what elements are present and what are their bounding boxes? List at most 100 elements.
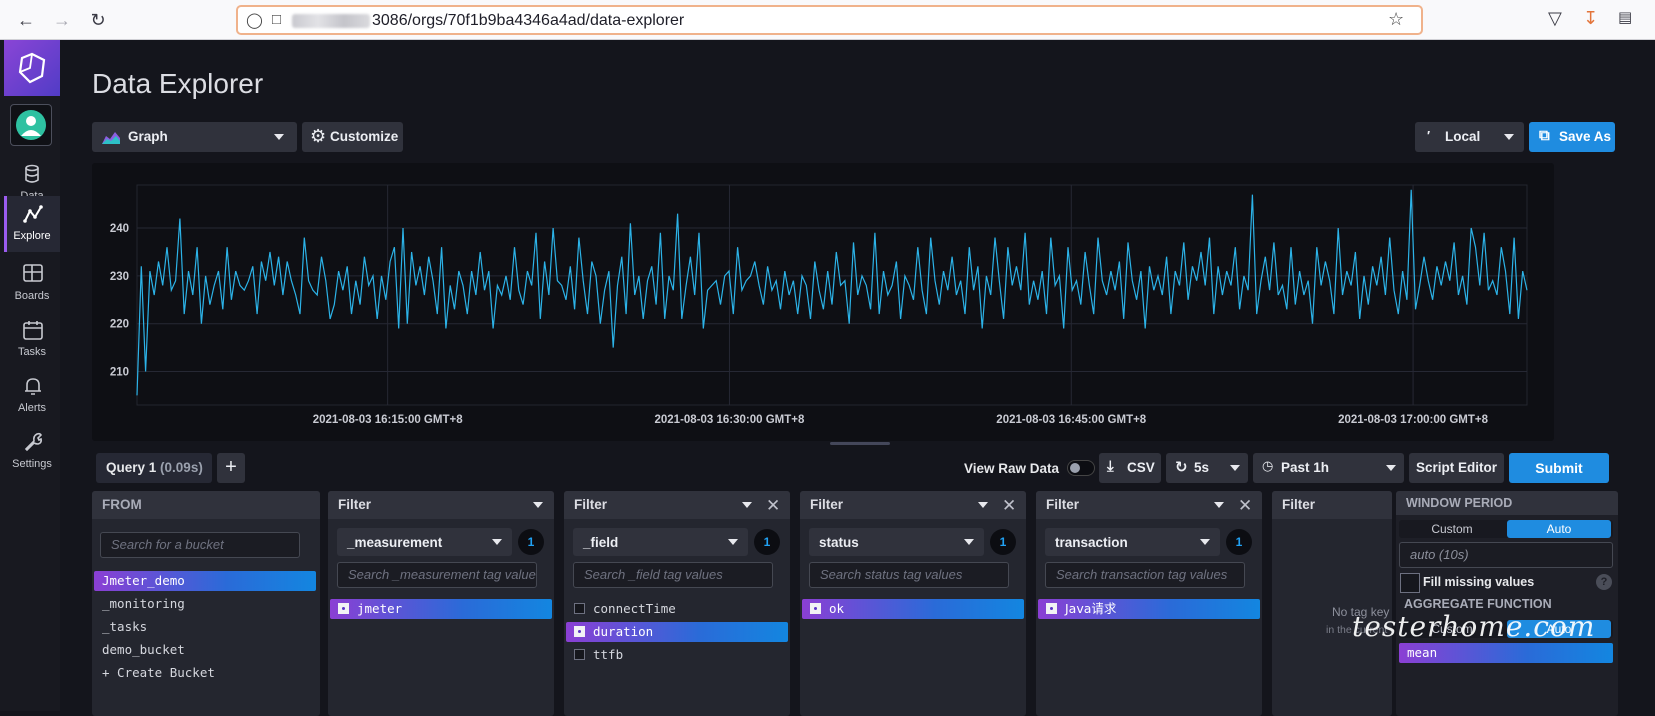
tag-key-label: transaction [1055, 535, 1128, 550]
checkbox-checked-icon [338, 603, 349, 614]
bucket-item-jmeter-demo[interactable]: Jmeter_demo [94, 571, 316, 591]
forward-icon[interactable]: → [50, 8, 74, 32]
refresh-icon: ↻ [1175, 459, 1188, 476]
chevron-down-icon [742, 502, 752, 508]
sidebar-item-explore[interactable]: Explore [4, 196, 60, 252]
create-bucket-link[interactable]: + Create Bucket [94, 663, 316, 683]
tag-value-item[interactable]: connectTime [566, 599, 788, 619]
time-range-label: Past 1h [1281, 460, 1330, 475]
submit-button[interactable]: Submit [1509, 453, 1609, 483]
close-icon[interactable]: ✕ [766, 496, 780, 516]
tag-value-item[interactable]: ok [802, 599, 1024, 619]
tag-values-search-input[interactable]: Search transaction tag values [1045, 562, 1245, 588]
window-auto-option[interactable]: Auto [1507, 520, 1611, 538]
filter-panel-field: Filter ✕ _field 1 Search _field tag valu… [564, 491, 790, 716]
gear-icon: ⚙ [310, 126, 327, 146]
tag-values-search-input[interactable]: Search _measurement tag values [337, 562, 537, 588]
url-text[interactable]: 3086/orgs/70f1b9ba4346a4ad/data-explorer [292, 12, 684, 30]
sidebar-item-settings[interactable]: Settings [4, 424, 60, 480]
fill-missing-checkbox[interactable] [1400, 573, 1420, 593]
csv-button[interactable]: ⤓ CSV [1099, 453, 1161, 483]
url-redacted [292, 13, 370, 28]
checkbox-checked-icon [574, 626, 585, 637]
bookmark-star-icon[interactable]: ☆ [1388, 9, 1404, 30]
tag-value-label: duration [593, 624, 654, 639]
wrench-icon [24, 432, 42, 452]
window-custom-option[interactable]: Custom [1399, 520, 1505, 538]
resize-handle[interactable] [830, 442, 890, 445]
refresh-dropdown[interactable]: ↻ 5s [1166, 453, 1248, 483]
close-icon[interactable]: ✕ [1002, 496, 1016, 516]
back-icon[interactable]: ← [14, 8, 38, 32]
bell-icon [25, 378, 41, 395]
chevron-down-icon [1386, 465, 1396, 471]
address-bar[interactable]: ◯ □ 3086/orgs/70f1b9ba4346a4ad/data-expl… [236, 5, 1423, 35]
sidebar-item-label: Settings [12, 458, 52, 470]
tag-value-item[interactable]: duration [566, 622, 788, 642]
sidebar-item-alerts[interactable]: Alerts [4, 368, 60, 424]
timezone-label: Local [1445, 129, 1481, 144]
window-period-toggle[interactable]: Custom Auto [1399, 520, 1613, 538]
customize-button[interactable]: ⚙ Customize [302, 122, 403, 152]
url-path: 3086/orgs/70f1b9ba4346a4ad/data-explorer [372, 12, 685, 29]
sidebar-item-boards[interactable]: Boards [4, 256, 60, 312]
download-icon[interactable]: ↧ [1583, 8, 1598, 29]
tag-values-search-input[interactable]: Search _field tag values [573, 562, 773, 588]
tag-key-dropdown[interactable]: status [809, 528, 984, 556]
bucket-item[interactable]: demo_bucket [94, 640, 316, 660]
bucket-search-input[interactable]: Search for a bucket [100, 532, 300, 558]
shield-icon[interactable]: ◯ [246, 11, 263, 29]
script-editor-label: Script Editor [1415, 460, 1497, 475]
timezone-dropdown[interactable]: ′ Local [1415, 122, 1524, 152]
selected-count-badge: 1 [754, 529, 780, 555]
tag-value-item[interactable]: Java请求 [1038, 599, 1260, 619]
pocket-icon[interactable]: ▽ [1548, 8, 1562, 29]
tag-value-item[interactable]: jmeter [330, 599, 552, 619]
filter-title[interactable]: Filter [1272, 491, 1392, 519]
tag-values-search-input[interactable]: Search status tag values [809, 562, 1009, 588]
time-range-dropdown[interactable]: ◷ Past 1h [1253, 453, 1404, 483]
close-icon[interactable]: ✕ [1238, 496, 1252, 516]
graph-panel[interactable]: 210 220 230 240 2021-08-03 16:15:00 GMT+8 20… [92, 163, 1554, 441]
chevron-down-icon [1230, 465, 1240, 471]
filter-title: Filter [574, 497, 608, 512]
browser-toolbar: ← → ↻ ◯ □ 3086/orgs/70f1b9ba4346a4ad/dat… [0, 0, 1655, 40]
influxdb-logo[interactable] [4, 40, 60, 96]
sidebar-item-tasks[interactable]: Tasks [4, 312, 60, 368]
tag-key-dropdown[interactable]: _field [573, 528, 748, 556]
line-chart[interactable]: 210 220 230 240 2021-08-03 16:15:00 GMT+8 20… [92, 163, 1554, 441]
refresh-label: 5s [1194, 460, 1210, 475]
reload-icon[interactable]: ↻ [86, 8, 110, 32]
from-panel: FROM Search for a bucket Jmeter_demo _mo… [92, 491, 320, 716]
aggregate-function-item[interactable]: mean [1399, 643, 1613, 663]
bucket-item[interactable]: _tasks [94, 617, 316, 637]
graph-type-icon [102, 132, 120, 144]
graph-type-dropdown[interactable]: Graph [92, 122, 297, 152]
calendar-icon [23, 321, 43, 340]
bucket-item[interactable]: _monitoring [94, 594, 316, 614]
window-period-title: WINDOW PERIOD [1396, 491, 1618, 515]
filter-header[interactable]: Filter [1036, 491, 1262, 519]
save-as-button[interactable]: ⧉ Save As [1529, 122, 1615, 152]
filter-header[interactable]: Filter [564, 491, 790, 519]
filter-header[interactable]: Filter [800, 491, 1026, 519]
tag-key-dropdown[interactable]: _measurement [337, 528, 512, 556]
location-pin-icon: ′ [1427, 128, 1431, 143]
help-icon[interactable]: ? [1596, 574, 1612, 590]
chevron-down-icon [533, 502, 543, 508]
page-title: Data Explorer [92, 68, 264, 99]
clock-icon: ◷ [1262, 458, 1274, 473]
add-query-button[interactable]: + [217, 453, 245, 483]
user-avatar-button[interactable] [10, 104, 52, 146]
submit-label: Submit [1535, 460, 1583, 476]
tag-key-dropdown[interactable]: transaction [1045, 528, 1220, 556]
csv-label: CSV [1127, 460, 1155, 475]
view-raw-data-toggle[interactable] [1067, 460, 1095, 476]
tag-value-item[interactable]: ttfb [566, 645, 788, 665]
script-editor-button[interactable]: Script Editor [1409, 453, 1504, 483]
window-period-input[interactable]: auto (10s) [1399, 542, 1613, 568]
filter-header[interactable]: Filter [328, 491, 554, 519]
extensions-icon[interactable]: ▤ [1618, 8, 1632, 26]
query-tab[interactable]: Query 1 (0.09s) [96, 453, 212, 483]
chevron-down-icon [492, 539, 502, 545]
